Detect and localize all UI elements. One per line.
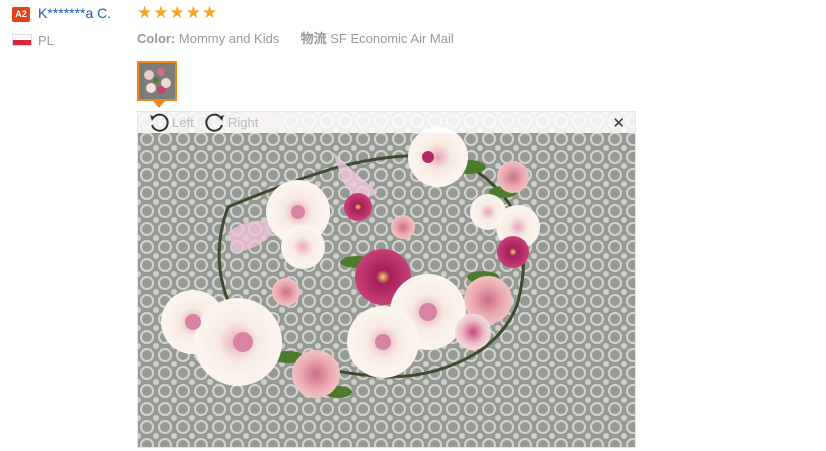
color-value: Mommy and Kids: [178, 31, 280, 46]
star-icon: ★: [185, 3, 201, 23]
review-photo-thumbnail[interactable]: [137, 61, 177, 101]
reviewer-name[interactable]: K*******a C.: [38, 5, 111, 21]
shipping-value: SF Economic Air Mail: [330, 31, 454, 46]
review-attributes: Color: Mommy and Kids 物流 SF Economic Air…: [137, 28, 454, 47]
star-rating: ★ ★ ★ ★ ★: [137, 3, 217, 23]
photo-viewer: Left Right ✕: [137, 111, 636, 448]
thumbnail-selected-arrow: [153, 101, 165, 108]
shipping-label: 物流: [300, 31, 327, 46]
viewer-toolbar: Left Right ✕: [138, 112, 635, 133]
close-icon[interactable]: ✕: [612, 114, 625, 132]
star-icon: ★: [153, 3, 169, 23]
rotate-right-icon: [205, 113, 224, 132]
thumbnail-image: [139, 63, 175, 99]
rotate-left-button[interactable]: Left: [148, 112, 194, 133]
star-icon: ★: [202, 3, 218, 23]
reviewer-country: PL: [38, 33, 54, 48]
member-level-badge: A2: [12, 7, 30, 22]
country-flag-icon: [12, 34, 32, 46]
star-icon: ★: [137, 3, 153, 23]
star-icon: ★: [169, 3, 185, 23]
rotate-right-label: Right: [228, 115, 259, 130]
color-label: Color:: [137, 31, 176, 46]
rotate-left-label: Left: [172, 115, 194, 130]
rotate-right-button[interactable]: Right: [204, 112, 258, 133]
review-photo: [138, 112, 635, 447]
rotate-left-icon: [150, 113, 169, 132]
